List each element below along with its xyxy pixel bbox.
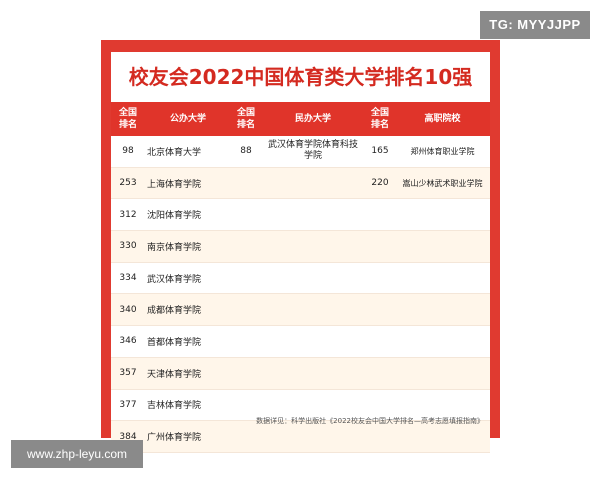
- rank-public: 98: [111, 136, 145, 168]
- private-university: [261, 262, 365, 295]
- rank-vocational: [365, 357, 395, 390]
- rank-vocational: 165: [365, 136, 395, 168]
- vocational-college: [395, 357, 490, 390]
- rank-vocational: [365, 230, 395, 263]
- public-university: 成都体育学院: [145, 293, 231, 327]
- header-rank-private: 全国 排名: [231, 102, 261, 136]
- source-note: 数据详见：科学出版社《2022校友会中国大学排名—高考志愿填报指南》: [256, 417, 484, 425]
- rank-public: 377: [111, 389, 145, 422]
- public-university: 上海体育学院: [145, 167, 231, 200]
- header-rank-vocational: 全国 排名: [365, 102, 395, 136]
- rank-vocational: [365, 293, 395, 327]
- rank-private: [231, 167, 261, 200]
- table-row: 98 北京体育大学 88 武汉体育学院体育科技 学院 165 郑州体育职业学院: [111, 136, 490, 168]
- private-university: [261, 198, 365, 232]
- vocational-college: 嵩山少林武术职业学院: [395, 167, 490, 200]
- public-university: 广州体育学院: [145, 420, 231, 453]
- watermark-top: TG: MYYJJPP: [480, 11, 590, 39]
- ranking-poster: 校友会2022中国体育类大学排名10强 全国 排名 公办大学 全国 排名 民办大学 …: [101, 40, 500, 453]
- rank-private: [231, 293, 261, 327]
- rank-private: 88: [231, 136, 261, 168]
- rank-public: 330: [111, 230, 145, 263]
- table-row: 330 南京体育学院: [111, 230, 490, 263]
- rank-public: 334: [111, 262, 145, 295]
- vocational-college: [395, 262, 490, 295]
- table-row: 346 首都体育学院: [111, 325, 490, 358]
- rank-private: [231, 325, 261, 358]
- table-header: 全国 排名 公办大学 全国 排名 民办大学 全国 排名 高职院校: [111, 102, 490, 136]
- private-university: [261, 293, 365, 327]
- vocational-college: [395, 198, 490, 232]
- public-university: 南京体育学院: [145, 230, 231, 263]
- rank-vocational: [365, 262, 395, 295]
- private-university: 武汉体育学院体育科技 学院: [261, 136, 365, 168]
- private-university: [261, 230, 365, 263]
- header-rank-public: 全国 排名: [111, 102, 145, 136]
- table-row: 340 成都体育学院: [111, 293, 490, 327]
- rank-private: [231, 230, 261, 263]
- table-row: 312 沈阳体育学院: [111, 198, 490, 232]
- private-university: [261, 357, 365, 390]
- private-university: [261, 167, 365, 200]
- header-public: 公办大学: [145, 102, 231, 136]
- vocational-college: [395, 293, 490, 327]
- vocational-college: 郑州体育职业学院: [395, 136, 490, 168]
- public-university: 首都体育学院: [145, 325, 231, 358]
- watermark-bottom: www.zhp-leyu.com: [11, 440, 143, 468]
- private-university: [261, 325, 365, 358]
- rank-public: 346: [111, 325, 145, 358]
- public-university: 天津体育学院: [145, 357, 231, 390]
- table-row: 334 武汉体育学院: [111, 262, 490, 295]
- rank-vocational: [365, 198, 395, 232]
- rank-private: [231, 262, 261, 295]
- header-private: 民办大学: [261, 102, 365, 136]
- rank-public: 357: [111, 357, 145, 390]
- public-university: 武汉体育学院: [145, 262, 231, 295]
- rank-private: [231, 198, 261, 232]
- rank-public: 340: [111, 293, 145, 327]
- rank-public: 312: [111, 198, 145, 232]
- private-name-line1: 武汉体育学院体育科技: [267, 140, 358, 150]
- table-row: 357 天津体育学院: [111, 357, 490, 390]
- rank-public: 253: [111, 167, 145, 200]
- page-title: 校友会2022中国体育类大学排名10强: [111, 52, 490, 102]
- header-vocational: 高职院校: [395, 102, 490, 136]
- public-university: 沈阳体育学院: [145, 198, 231, 232]
- private-name-line2: 学院: [303, 151, 322, 161]
- ranking-card: 校友会2022中国体育类大学排名10强 全国 排名 公办大学 全国 排名 民办大学 …: [111, 52, 490, 453]
- rank-vocational: [365, 325, 395, 358]
- rank-private: [231, 357, 261, 390]
- public-university: 吉林体育学院: [145, 389, 231, 422]
- vocational-college: [395, 325, 490, 358]
- vocational-college: [395, 230, 490, 263]
- ranking-table: 全国 排名 公办大学 全国 排名 民办大学 全国 排名 高职院校 98 北京体育大学 88…: [111, 102, 490, 453]
- table-row: 253 上海体育学院 220 嵩山少林武术职业学院: [111, 167, 490, 200]
- rank-vocational: 220: [365, 167, 395, 200]
- public-university: 北京体育大学: [145, 136, 231, 168]
